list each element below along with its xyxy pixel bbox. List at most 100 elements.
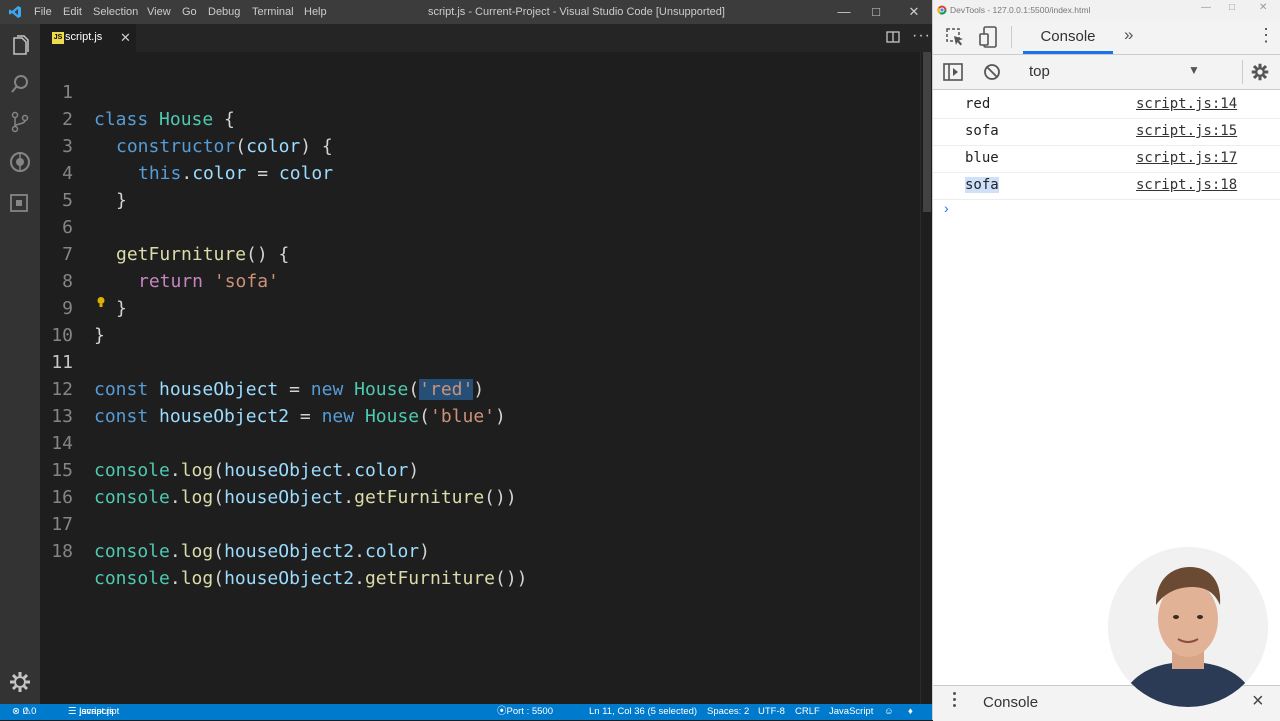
maximize-icon[interactable]: □ — [1229, 2, 1235, 13]
presenter-avatar — [1108, 547, 1268, 707]
code-line-active: 11 const houseObject = new House('red') — [40, 322, 484, 400]
encoding-status[interactable]: UTF-8 — [758, 704, 785, 720]
activity-bar — [0, 24, 40, 704]
chevron-down-icon[interactable]: ▼ — [1188, 63, 1200, 77]
drawer-tab-console[interactable]: Console — [983, 694, 1038, 711]
more-tabs-icon[interactable]: » — [1124, 25, 1133, 45]
drawer-close-icon[interactable]: × — [1252, 690, 1264, 713]
log-message-selected: sofa — [965, 177, 999, 193]
notifications-bell-icon[interactable]: ♦ — [908, 704, 913, 720]
tab-console[interactable]: Console — [1023, 20, 1113, 54]
clear-console-icon[interactable] — [983, 63, 1001, 81]
code-text: return 'sofa' — [138, 271, 279, 292]
log-source-link[interactable]: script.js:15 — [1136, 123, 1237, 139]
menu-go[interactable]: Go — [182, 0, 197, 24]
menu-terminal[interactable]: Terminal — [252, 0, 294, 24]
code-line: 12 const houseObject2 = new House('blue'… — [40, 349, 506, 427]
code-text: const houseObject = new House('red') — [94, 379, 485, 400]
maximize-icon[interactable]: □ — [858, 0, 894, 24]
editor-tabs: JS script.js ✕ ··· — [40, 24, 932, 52]
close-window-icon[interactable]: ✕ — [896, 0, 932, 24]
code-line: 4 } — [40, 133, 127, 211]
menu-debug[interactable]: Debug — [208, 0, 240, 24]
console-settings-gear-icon[interactable] — [1251, 63, 1269, 81]
active-tab-indicator — [1023, 51, 1113, 54]
console-log-row: red script.js:14 — [933, 91, 1280, 119]
search-icon[interactable] — [8, 72, 32, 96]
console-log-row: sofa script.js:18 — [933, 172, 1280, 200]
debug-icon[interactable] — [8, 150, 32, 174]
code-line: 15 console.log(houseObject.getFurniture(… — [40, 430, 516, 508]
menu-selection[interactable]: Selection — [93, 0, 138, 24]
code-text: this.color = color — [138, 163, 334, 184]
menu-file[interactable]: File — [34, 0, 52, 24]
log-message: sofa — [965, 123, 999, 139]
code-line: 6 getFurniture() { — [40, 187, 289, 265]
code-line: 7 return 'sofa' — [40, 214, 279, 292]
code-text: } — [116, 190, 127, 211]
toolbar-divider — [1011, 26, 1012, 48]
log-message: blue — [965, 150, 999, 166]
code-line: 3 this.color = color — [40, 106, 333, 184]
context-selector[interactable]: top — [1029, 63, 1050, 80]
cursor-position[interactable]: Ln 11, Col 36 (5 selected) — [589, 704, 697, 720]
code-line: 14 console.log(houseObject.color) — [40, 403, 419, 481]
tab-label: script.js — [65, 31, 103, 43]
eol-status[interactable]: CRLF — [795, 704, 820, 720]
line-number: 18 — [51, 541, 73, 562]
explorer-icon[interactable] — [8, 34, 32, 58]
devtools-menu-icon[interactable]: ⋮ — [1257, 26, 1275, 44]
js-file-icon: JS — [52, 32, 64, 44]
console-log-row: sofa script.js:15 — [933, 118, 1280, 146]
log-message: red — [965, 96, 991, 112]
language-context[interactable]: ☰ javascript | script.js — [68, 704, 119, 720]
console-log-row: blue script.js:17 — [933, 145, 1280, 173]
device-toolbar-icon[interactable] — [979, 26, 999, 48]
scrollbar-thumb[interactable] — [923, 52, 931, 212]
drawer-menu-icon[interactable] — [953, 692, 957, 710]
status-bar: ⊗ 0 ⚠ 0 ☰ javascript | script.js ⦿ Port … — [0, 704, 932, 720]
indentation-status[interactable]: Spaces: 2 — [707, 704, 749, 720]
source-control-icon[interactable] — [8, 110, 32, 134]
selected-text: 'red' — [419, 379, 474, 400]
console-prompt[interactable]: › — [944, 200, 949, 216]
menu-edit[interactable]: Edit — [63, 0, 82, 24]
vscode-logo-icon — [9, 6, 21, 18]
vscode-window: File Edit Selection View Go Debug Termin… — [0, 0, 933, 720]
code-text: console.log(houseObject.getFurniture()) — [94, 487, 517, 508]
close-window-icon[interactable]: ✕ — [1259, 2, 1267, 13]
settings-gear-icon[interactable] — [8, 670, 32, 694]
more-actions-icon[interactable]: ··· — [912, 27, 931, 45]
code-line: 8 } — [40, 241, 127, 319]
language-mode[interactable]: JavaScript — [829, 704, 873, 720]
extensions-icon[interactable] — [8, 190, 32, 214]
code-text: } — [116, 298, 127, 319]
tab-script-js[interactable]: JS script.js ✕ — [40, 24, 136, 52]
show-sidebar-icon[interactable] — [943, 63, 963, 81]
code-editor[interactable]: 1 class House { 2 constructor(color) { 3… — [40, 52, 920, 704]
devtools-tab-bar: Console » ⋮ — [933, 20, 1280, 55]
tab-close-icon[interactable]: ✕ — [120, 30, 131, 46]
log-source-link[interactable]: script.js:18 — [1136, 177, 1237, 193]
feedback-smiley-icon[interactable]: ☺ — [884, 704, 894, 720]
code-line: 1 class House { — [40, 52, 235, 130]
code-line: 9 } — [40, 268, 105, 346]
live-server-port[interactable]: ⦿ Port : 5500 — [497, 704, 553, 720]
code-line: 5 — [40, 160, 105, 211]
minimize-icon[interactable]: — — [826, 0, 862, 24]
code-text: const houseObject2 = new House('blue') — [94, 406, 506, 427]
code-text: getFurniture() { — [116, 244, 290, 265]
errors-status[interactable]: ⊗ 0 ⚠ 0 — [12, 704, 36, 720]
lightbulb-icon[interactable] — [96, 296, 106, 308]
menu-view[interactable]: View — [147, 0, 171, 24]
toolbar-divider — [1242, 60, 1243, 84]
minimize-icon[interactable]: — — [1201, 2, 1211, 13]
code-line: 13 — [40, 376, 105, 427]
split-editor-icon[interactable] — [886, 30, 900, 44]
log-source-link[interactable]: script.js:14 — [1136, 96, 1237, 112]
code-line: 18 console.log(houseObject2.getFurniture… — [40, 511, 527, 589]
menu-help[interactable]: Help — [304, 0, 327, 24]
code-line: 16 — [40, 457, 105, 508]
inspect-element-icon[interactable] — [945, 27, 965, 47]
log-source-link[interactable]: script.js:17 — [1136, 150, 1237, 166]
